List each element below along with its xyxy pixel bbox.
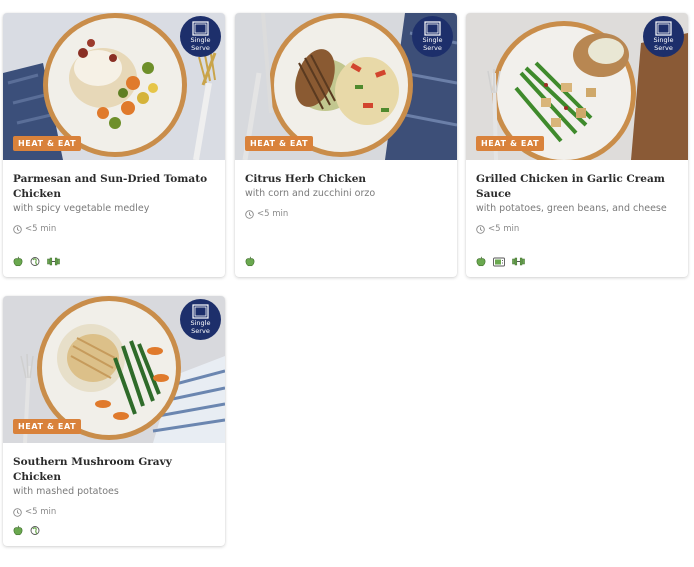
serve-label-line2: Serve: [423, 43, 442, 52]
protein-dumbbell-icon: [512, 257, 525, 266]
prep-time-label: <5 min: [488, 224, 520, 234]
protein-dumbbell-icon: [47, 257, 60, 266]
meal-title[interactable]: Citrus Herb Chicken: [245, 172, 447, 187]
diet-icons: [476, 256, 532, 267]
prep-time: <5 min: [476, 224, 678, 234]
prep-time: <5 min: [13, 507, 215, 517]
single-serve-badge: Single Serve: [180, 299, 221, 340]
apple-icon: [245, 256, 255, 267]
package-icon: [192, 304, 209, 319]
meal-title[interactable]: Southern Mushroom Gravy Chicken: [13, 455, 215, 485]
diet-icons: [245, 256, 262, 267]
meal-card[interactable]: Single Serve HEAT & EAT Parmesan and Sun-…: [3, 13, 225, 277]
carb-icon: [30, 256, 40, 267]
meal-photo: Single Serve HEAT & EAT: [3, 296, 225, 443]
clock-icon: [13, 507, 22, 517]
prep-time-label: <5 min: [257, 209, 289, 219]
microwave-icon: [493, 257, 505, 267]
clock-icon: [476, 224, 485, 234]
meal-subtitle: with spicy vegetable medley: [13, 203, 150, 214]
single-serve-badge: Single Serve: [180, 16, 221, 57]
diet-icons: [13, 525, 47, 536]
meal-card[interactable]: Single Serve HEAT & EAT Grilled Chicken i…: [466, 13, 688, 277]
prep-time: <5 min: [13, 224, 215, 234]
meal-card[interactable]: Single Serve HEAT & EAT Southern Mushroom…: [3, 296, 225, 546]
meal-title[interactable]: Grilled Chicken in Garlic Cream Sauce: [476, 172, 678, 202]
apple-icon: [13, 525, 23, 536]
heat-eat-badge: HEAT & EAT: [13, 419, 82, 434]
package-icon: [192, 21, 209, 36]
prep-time-label: <5 min: [25, 507, 57, 517]
meal-subtitle: with corn and zucchini orzo: [245, 188, 376, 199]
package-icon: [424, 21, 441, 36]
heat-eat-badge: HEAT & EAT: [245, 136, 314, 151]
apple-icon: [13, 256, 23, 267]
heat-eat-badge: HEAT & EAT: [476, 136, 545, 151]
single-serve-badge: Single Serve: [643, 16, 684, 57]
apple-icon: [476, 256, 486, 267]
clock-icon: [245, 209, 254, 219]
serve-label-line2: Serve: [654, 43, 673, 52]
diet-icons: [13, 256, 67, 267]
serve-label-line2: Serve: [191, 326, 210, 335]
meal-subtitle: with potatoes, green beans, and cheese: [476, 203, 667, 214]
prep-time-label: <5 min: [25, 224, 57, 234]
meal-card[interactable]: Single Serve HEAT & EAT Citrus Herb Chick…: [235, 13, 457, 277]
clock-icon: [13, 224, 22, 234]
meal-photo: Single Serve HEAT & EAT: [466, 13, 688, 160]
carb-icon: [30, 525, 40, 536]
meal-photo: Single Serve HEAT & EAT: [3, 13, 225, 160]
single-serve-badge: Single Serve: [412, 16, 453, 57]
prep-time: <5 min: [245, 209, 447, 219]
heat-eat-badge: HEAT & EAT: [13, 136, 82, 151]
serve-label-line2: Serve: [191, 43, 210, 52]
meal-title[interactable]: Parmesan and Sun-Dried Tomato Chicken: [13, 172, 215, 202]
meal-subtitle: with mashed potatoes: [13, 486, 119, 497]
package-icon: [655, 21, 672, 36]
meal-photo: Single Serve HEAT & EAT: [235, 13, 457, 160]
